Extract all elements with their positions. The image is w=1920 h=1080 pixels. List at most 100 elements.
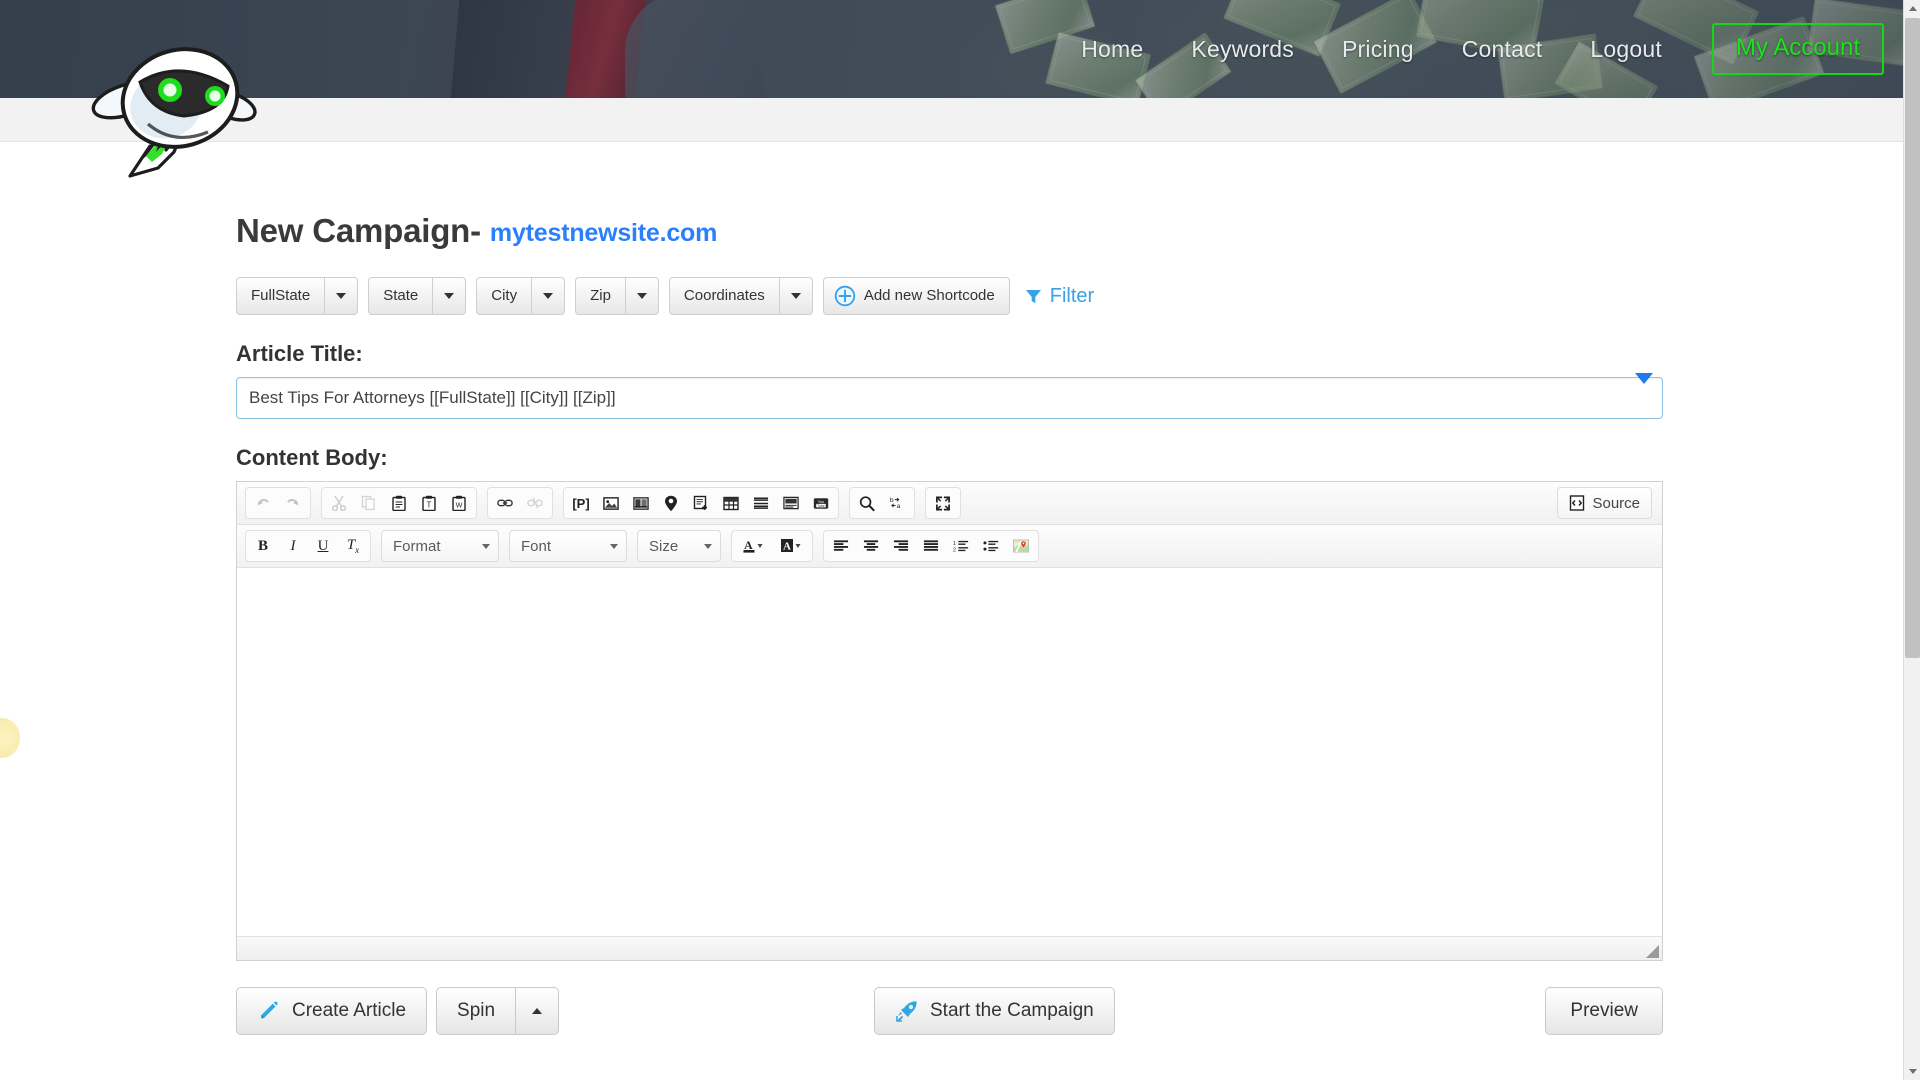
content-body-textarea[interactable] xyxy=(237,568,1662,936)
editor-google-maps-button[interactable] xyxy=(1007,533,1035,559)
editor-replace-button[interactable]: b a xyxy=(883,490,911,516)
spin-button-group: Spin xyxy=(436,987,560,1035)
editor-paste-button[interactable] xyxy=(385,490,413,516)
article-title-input[interactable] xyxy=(236,377,1663,419)
editor-text-color-button[interactable]: A xyxy=(735,533,771,559)
main-navigation: Home Keywords Pricing Contact Logout My … xyxy=(1057,0,1884,98)
editor-size-combo-label: Size xyxy=(649,537,679,555)
rocket-robot-logo-icon xyxy=(91,47,257,178)
editor-flash-button[interactable] xyxy=(627,490,655,516)
shortcode-fullstate-dropdown[interactable] xyxy=(324,277,359,315)
preview-button[interactable]: Preview xyxy=(1545,987,1663,1035)
chevron-down-icon xyxy=(482,543,490,549)
start-campaign-button[interactable]: Start the Campaign xyxy=(874,987,1115,1035)
editor-align-justify-button[interactable] xyxy=(917,533,945,559)
shortcode-city-dropdown[interactable] xyxy=(531,277,566,315)
shortcode-coordinates-button[interactable]: Coordinates xyxy=(668,277,779,315)
editor-horizontal-rule-button[interactable] xyxy=(747,490,775,516)
pencil-icon xyxy=(261,1001,278,1019)
chevron-down-icon xyxy=(610,543,618,549)
editor-unlink-button[interactable] xyxy=(521,490,549,516)
editor-bg-color-button[interactable]: A xyxy=(773,533,809,559)
nav-item-keywords[interactable]: Keywords xyxy=(1167,36,1318,63)
svg-text:2: 2 xyxy=(953,547,956,553)
nav-item-home[interactable]: Home xyxy=(1057,36,1167,63)
editor-italic-button[interactable]: I xyxy=(279,533,307,559)
add-new-shortcode-button[interactable]: Add new Shortcode xyxy=(822,277,1010,315)
shortcode-fullstate-button[interactable]: FullState xyxy=(236,277,325,315)
editor-map-pin-button[interactable] xyxy=(657,490,685,516)
editor-image-button[interactable] xyxy=(597,490,625,516)
my-account-button[interactable]: My Account xyxy=(1711,23,1884,75)
nav-item-logout[interactable]: Logout xyxy=(1566,36,1686,63)
svg-text:b: b xyxy=(890,497,894,504)
editor-paste-word-button[interactable]: W xyxy=(445,490,473,516)
shortcode-state-button[interactable]: State xyxy=(368,277,433,315)
nav-item-contact[interactable]: Contact xyxy=(1438,36,1567,63)
editor-table-button[interactable] xyxy=(717,490,745,516)
create-article-button[interactable]: Create Article xyxy=(236,987,428,1035)
remove-format-icon: Tx xyxy=(346,537,360,555)
editor-page-break-button[interactable] xyxy=(687,490,715,516)
editor-align-center-button[interactable] xyxy=(857,533,885,559)
plus-circle-icon xyxy=(834,285,856,307)
editor-link-button[interactable] xyxy=(491,490,519,516)
scrollbar-up-button[interactable] xyxy=(1904,0,1920,17)
editor-cut-button[interactable] xyxy=(325,490,353,516)
shortcode-zip-button[interactable]: Zip xyxy=(575,277,625,315)
editor-bulleted-list-button[interactable] xyxy=(977,533,1005,559)
shortcode-group-coordinates: Coordinates xyxy=(668,277,813,315)
editor-find-button[interactable] xyxy=(853,490,881,516)
undo-icon xyxy=(257,499,269,506)
rocket-robot-logo[interactable] xyxy=(88,28,258,183)
chevron-down-icon xyxy=(543,293,554,300)
editor-copy-button[interactable] xyxy=(355,490,383,516)
editor-numbered-list-button[interactable]: 1 2 xyxy=(947,533,975,559)
source-code-icon xyxy=(1570,495,1585,511)
article-title-toggle-icon[interactable] xyxy=(1635,373,1653,384)
editor-size-combo[interactable]: Size xyxy=(637,530,721,562)
editor-youtube-button[interactable]: You Tube xyxy=(807,490,835,516)
campaign-site-link[interactable]: mytestnewsite.com xyxy=(490,219,717,247)
shortcode-state-dropdown[interactable] xyxy=(432,277,467,315)
editor-format-combo[interactable]: Format xyxy=(381,530,499,562)
shortcode-group-fullstate: FullState xyxy=(236,277,359,315)
scrollbar-thumb[interactable] xyxy=(1905,18,1920,658)
action-bar: Create Article Spin Start the Campaign P… xyxy=(236,987,1663,1037)
page-title-dash: - xyxy=(470,212,481,249)
shortcode-group-city: City xyxy=(476,277,566,315)
editor-underline-button[interactable]: U xyxy=(309,533,337,559)
align-right-icon xyxy=(893,540,909,551)
editor-remove-format-button[interactable]: Tx xyxy=(339,533,367,559)
editor-source-button[interactable]: Source xyxy=(1557,487,1652,519)
spin-button[interactable]: Spin xyxy=(436,987,516,1035)
editor-redo-button[interactable] xyxy=(279,490,307,516)
copy-icon xyxy=(361,495,375,511)
spin-dropdown-button[interactable] xyxy=(515,987,560,1035)
editor-templates-button[interactable]: [P] xyxy=(567,490,595,516)
editor-toolbar-row-1: T W [P] You Tube b a Source xyxy=(237,482,1662,525)
italic-icon: I xyxy=(290,537,296,554)
editor-align-right-button[interactable] xyxy=(887,533,915,559)
editor-resize-handle[interactable] xyxy=(1646,945,1659,958)
filter-button[interactable]: Filter xyxy=(1024,285,1094,308)
chevron-down-icon xyxy=(704,543,712,549)
page-scrollbar[interactable] xyxy=(1903,0,1920,1080)
editor-maximize-button[interactable] xyxy=(929,490,957,516)
nav-item-pricing[interactable]: Pricing xyxy=(1318,36,1438,63)
caret-up-icon xyxy=(532,1008,543,1014)
editor-paragraph-group: 1 2 xyxy=(823,530,1039,562)
editor-align-left-button[interactable] xyxy=(827,533,855,559)
editor-undo-button[interactable] xyxy=(249,490,277,516)
editor-font-combo[interactable]: Font xyxy=(509,530,627,562)
shortcode-zip-dropdown[interactable] xyxy=(624,277,659,315)
editor-bold-button[interactable]: B xyxy=(249,533,277,559)
google-maps-icon xyxy=(1013,539,1029,553)
shortcode-coordinates-dropdown[interactable] xyxy=(778,277,813,315)
editor-iframe-button[interactable] xyxy=(777,490,805,516)
scrollbar-down-button[interactable] xyxy=(1904,1063,1920,1080)
article-title-row: Article Title: xyxy=(236,341,1663,419)
underline-icon: U xyxy=(317,537,329,554)
editor-paste-text-button[interactable]: T xyxy=(415,490,443,516)
shortcode-city-button[interactable]: City xyxy=(476,277,532,315)
